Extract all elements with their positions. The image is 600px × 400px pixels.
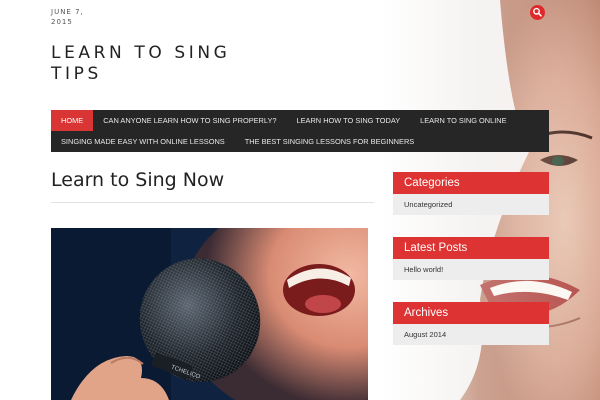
categories-widget: Categories Uncategorized — [393, 172, 549, 215]
page-title: Learn to Sing Now — [51, 169, 225, 191]
main-navigation: Home Can anyone learn how to sing proper… — [51, 110, 549, 152]
latest-posts-widget: Latest Posts Hello world! — [393, 237, 549, 280]
archive-link-august-2014[interactable]: August 2014 — [404, 330, 446, 339]
header-date: JUNE 7, 2015 — [51, 8, 84, 26]
site-title[interactable]: LEARN TO SING TIPS — [51, 43, 251, 85]
post-link-hello-world[interactable]: Hello world! — [404, 265, 443, 274]
nav-item-learn-to-sing-online[interactable]: Learn to sing online — [410, 110, 516, 131]
nav-item-best-singing-lessons[interactable]: The best singing lessons for beginners — [235, 131, 424, 152]
nav-item-learn-how-to-sing-today[interactable]: Learn how to sing today — [287, 110, 411, 131]
singer-with-microphone-image: TCHELICO — [51, 228, 368, 400]
archives-widget: Archives August 2014 — [393, 302, 549, 345]
title-divider — [51, 202, 374, 203]
nav-item-singing-made-easy[interactable]: Singing made easy with online lessons — [51, 131, 235, 152]
widget-title-categories: Categories — [393, 172, 549, 194]
nav-row-1: Home Can anyone learn how to sing proper… — [51, 110, 549, 131]
nav-item-can-anyone-learn[interactable]: Can anyone learn how to sing properly? — [93, 110, 286, 131]
widget-title-latest-posts: Latest Posts — [393, 237, 549, 259]
widget-body-archives: August 2014 — [393, 324, 549, 345]
widget-body-latest-posts: Hello world! — [393, 259, 549, 280]
nav-row-2: Singing made easy with online lessons Th… — [51, 131, 549, 152]
featured-image[interactable]: TCHELICO — [51, 228, 368, 400]
search-button[interactable] — [530, 5, 545, 20]
category-link-uncategorized[interactable]: Uncategorized — [404, 200, 452, 209]
search-icon — [533, 7, 542, 17]
widget-body-categories: Uncategorized — [393, 194, 549, 215]
nav-item-home[interactable]: Home — [51, 110, 94, 131]
widget-title-archives: Archives — [393, 302, 549, 324]
